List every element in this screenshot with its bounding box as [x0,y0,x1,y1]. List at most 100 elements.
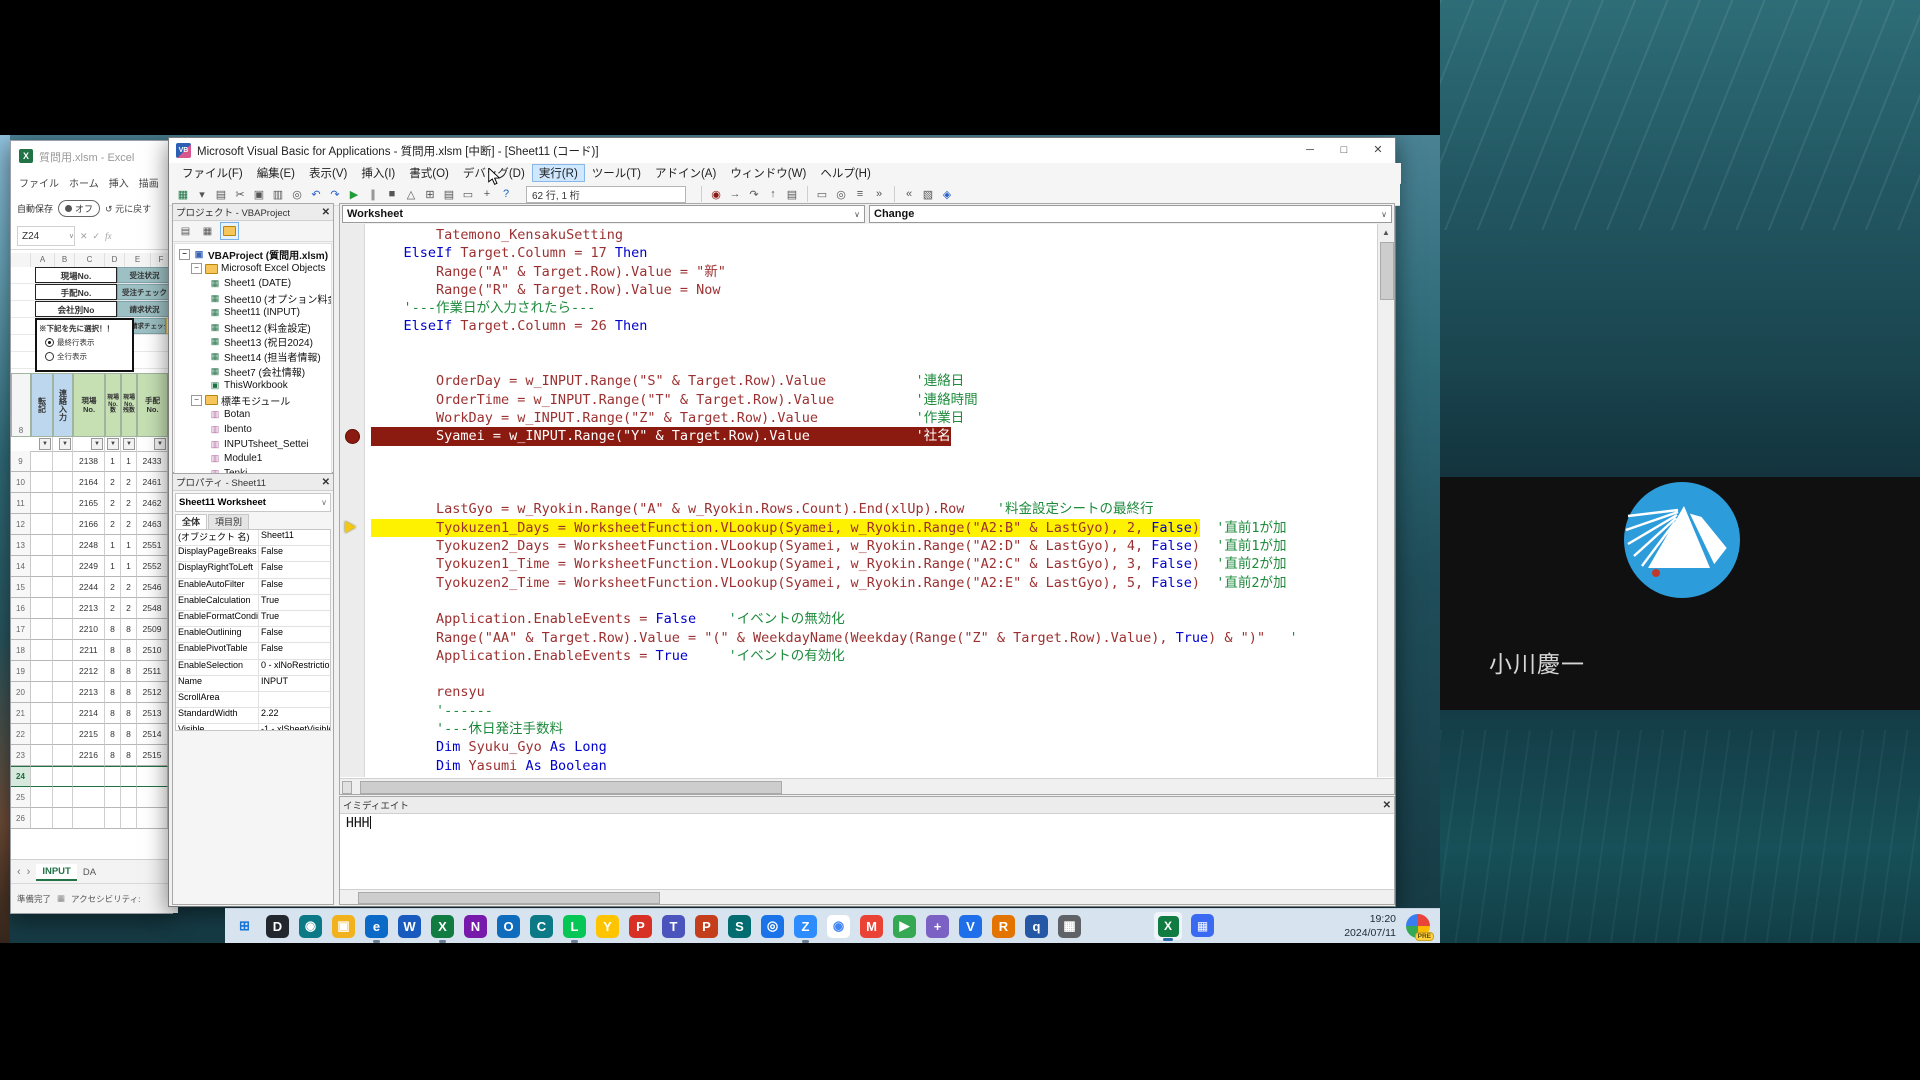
summary-status-cell[interactable]: 請求チェック [130,318,166,334]
menu-item[interactable]: 実行(R) [532,164,585,182]
cell-tehai-no[interactable]: 2511 [137,661,168,682]
cell-tehai-no[interactable] [137,787,168,808]
cell-tenki[interactable] [31,514,53,535]
cell-remain[interactable]: 1 [121,451,137,472]
cell-tenki[interactable] [31,451,53,472]
cell-genba-no[interactable]: 2211 [73,640,105,661]
table-row[interactable]: 212214882513 [11,703,172,724]
scrollbar-thumb[interactable] [358,892,660,904]
design-mode-icon[interactable]: △ [402,185,420,203]
cell-genba-no[interactable]: 2249 [73,556,105,577]
vertical-scrollbar[interactable]: ▲ [1377,224,1394,777]
code-line[interactable]: rensyu [371,683,1378,701]
table-header-cell[interactable]: 現場No.数 [105,373,121,437]
properties-tab[interactable]: 全体 [175,514,207,529]
summary-label-cell[interactable]: 会社別No [35,301,117,317]
property-row[interactable]: DisplayPageBreaksFalse [176,546,330,562]
minimize-button[interactable]: ─ [1293,138,1327,163]
cell-renraku[interactable] [53,766,73,787]
cell-renraku[interactable] [53,598,73,619]
menu-item[interactable]: ヘルプ(H) [813,164,877,182]
row-header[interactable]: 10 [11,472,31,493]
table-row[interactable]: 172210882509 [11,619,172,640]
close-icon[interactable]: ✕ [322,207,330,218]
code-line[interactable]: Dim Syuku_Gyo As Long [371,738,1378,756]
code-line[interactable] [371,446,1378,464]
project-tree-folder[interactable]: −Microsoft Excel Objects [175,262,331,277]
cell-genba-no[interactable]: 2214 [73,703,105,724]
locals-window-icon[interactable]: ▤ [783,185,801,203]
code-line[interactable] [371,336,1378,354]
cell-remain[interactable]: 2 [121,577,137,598]
cell-count[interactable] [105,766,121,787]
insert-object-icon[interactable]: ▾ [193,185,211,203]
immediate-content[interactable]: HHH [340,813,1394,889]
cell-tenki[interactable] [31,472,53,493]
taskbar-clock[interactable]: 19:20 2024/07/11 [1344,912,1396,940]
project-tree-item[interactable]: ▦Sheet7 (会社情報) [175,364,331,379]
cell-count[interactable]: 2 [105,472,121,493]
project-tree-item[interactable]: ▣ThisWorkbook [175,378,331,393]
cell-genba-no[interactable]: 2138 [73,451,105,472]
code-editor[interactable]: Tatemono_KensakuSetting ElseIf Target.Co… [340,224,1378,777]
taskbar-app-icon[interactable]: L [563,915,586,938]
sheet-prev-arrow[interactable]: ‹ [17,866,21,878]
cell-remain[interactable] [121,766,137,787]
cell-genba-no[interactable]: 2164 [73,472,105,493]
project-tree-item[interactable]: ▥Ibento [175,422,331,437]
cell-genba-no[interactable]: 2210 [73,619,105,640]
row-header[interactable]: 18 [11,640,31,661]
name-box[interactable]: Z24∨ [17,226,75,246]
autosave-toggle[interactable]: オフ [58,200,100,217]
taskbar-app-icon[interactable]: W [398,915,421,938]
cell-renraku[interactable] [53,745,73,766]
cell-tehai-no[interactable]: 2512 [137,682,168,703]
taskbar-app-icon[interactable]: ▣ [332,915,355,938]
cell-tenki[interactable] [31,640,53,661]
code-line[interactable]: LastGyo = w_Ryokin.Range("A" & w_Ryokin.… [371,500,1378,518]
code-line[interactable]: ElseIf Target.Column = 26 Then [371,317,1378,335]
cell-genba-no[interactable] [73,787,105,808]
project-explorer-icon[interactable]: ⊞ [421,185,439,203]
code-line[interactable]: Syamei = w_INPUT.Range("Y" & Target.Row)… [371,427,1378,445]
property-row[interactable]: EnableSelection0 - xlNoRestrictions [176,660,330,676]
cell-tehai-no[interactable]: 2462 [137,493,168,514]
property-row[interactable]: NameINPUT [176,676,330,692]
paste-icon[interactable]: ▥ [269,185,287,203]
cell-count[interactable]: 2 [105,577,121,598]
code-line[interactable]: OrderDay = w_INPUT.Range("S" & Target.Ro… [371,372,1378,390]
cell-renraku[interactable] [53,640,73,661]
project-tree-item[interactable]: ▥INPUTsheet_Settei [175,437,331,452]
outdent-icon[interactable]: « [900,185,918,203]
current-statement-icon[interactable] [345,521,356,533]
cell-remain[interactable]: 8 [121,682,137,703]
copy-icon[interactable]: ▣ [250,185,268,203]
menu-item[interactable]: アドイン(A) [648,164,723,182]
row-header[interactable]: 13 [11,535,31,556]
table-row[interactable]: 92138112433 [11,451,172,472]
cell-tenki[interactable] [31,682,53,703]
excel-window[interactable]: X 質問用.xlsm - Excel ファイルホーム挿入描画 自動保存 オフ ↺… [10,140,173,914]
taskbar-app-icon[interactable]: N [464,915,487,938]
filter-dropdown-icon[interactable]: ▼ [107,438,119,450]
cell-remain[interactable] [121,808,137,829]
table-header-cell[interactable]: 現場No.残数 [121,373,137,437]
taskbar-excel-active-icon[interactable]: X [1154,912,1182,940]
cell-count[interactable]: 2 [105,514,121,535]
property-row[interactable]: Visible-1 - xlSheetVisible [176,724,330,731]
code-line[interactable]: Tyokuzen2_Time = WorksheetFunction.VLook… [371,574,1378,592]
speaker-tile[interactable]: 小川慶一 [1440,477,1920,710]
table-row[interactable]: 26 [11,808,172,829]
cell-tenki[interactable] [31,724,53,745]
excel-column-headers[interactable]: ABCDEF [11,253,172,268]
taskbar-app-icon[interactable]: C [530,915,553,938]
taskbar-app-icon[interactable]: T [662,915,685,938]
cell-tehai-no[interactable]: 2514 [137,724,168,745]
object-dropdown[interactable]: Worksheet∨ [342,205,865,223]
cell-count[interactable]: 8 [105,682,121,703]
cell-count[interactable]: 1 [105,451,121,472]
menu-item[interactable]: ファイル(F) [175,164,250,182]
expand-icon[interactable]: − [179,249,190,260]
code-line[interactable]: Range("R" & Target.Row).Value = Now [371,281,1378,299]
row-header[interactable]: 14 [11,556,31,577]
